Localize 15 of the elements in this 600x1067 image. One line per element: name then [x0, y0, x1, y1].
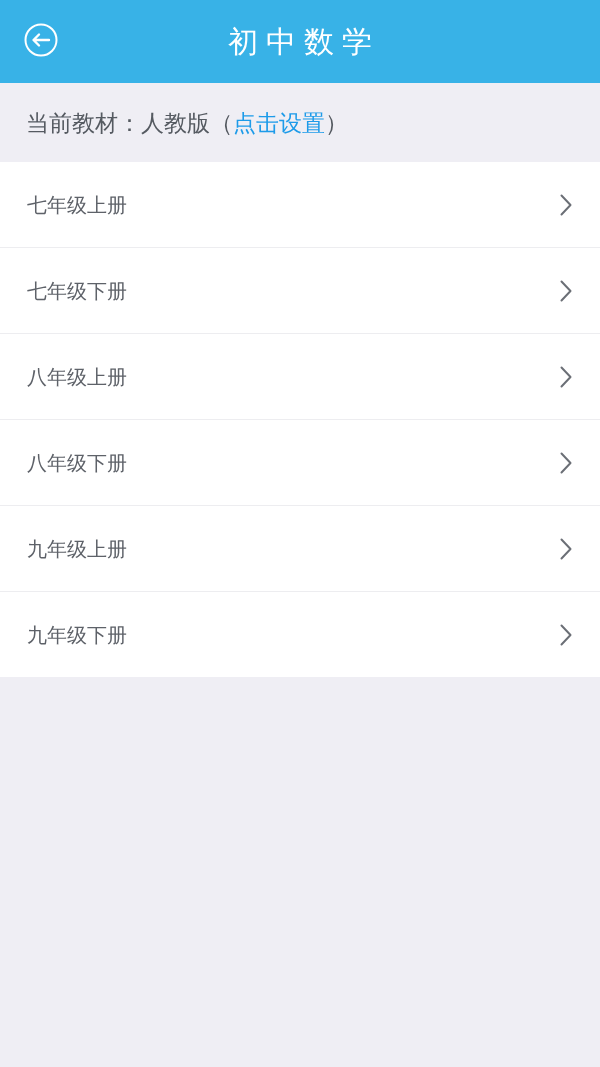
- grade-label: 七年级上册: [27, 191, 127, 219]
- chevron-right-icon: [560, 537, 572, 560]
- grade-label: 七年级下册: [27, 277, 127, 305]
- chevron-right-icon: [560, 193, 572, 216]
- chevron-right-icon: [560, 365, 572, 388]
- page-title: 初中数学: [227, 22, 380, 61]
- grade-label: 九年级下册: [27, 621, 127, 649]
- chevron-right-icon: [560, 279, 572, 302]
- chevron-right-icon: [560, 451, 572, 474]
- grade-label: 九年级上册: [27, 535, 127, 563]
- grade-label: 八年级下册: [27, 449, 127, 477]
- chevron-right-icon: [560, 623, 572, 646]
- back-button[interactable]: [24, 23, 58, 57]
- grade-label: 八年级上册: [27, 363, 127, 391]
- textbook-notice: 当前教材：人教版（点击设置）: [26, 108, 348, 138]
